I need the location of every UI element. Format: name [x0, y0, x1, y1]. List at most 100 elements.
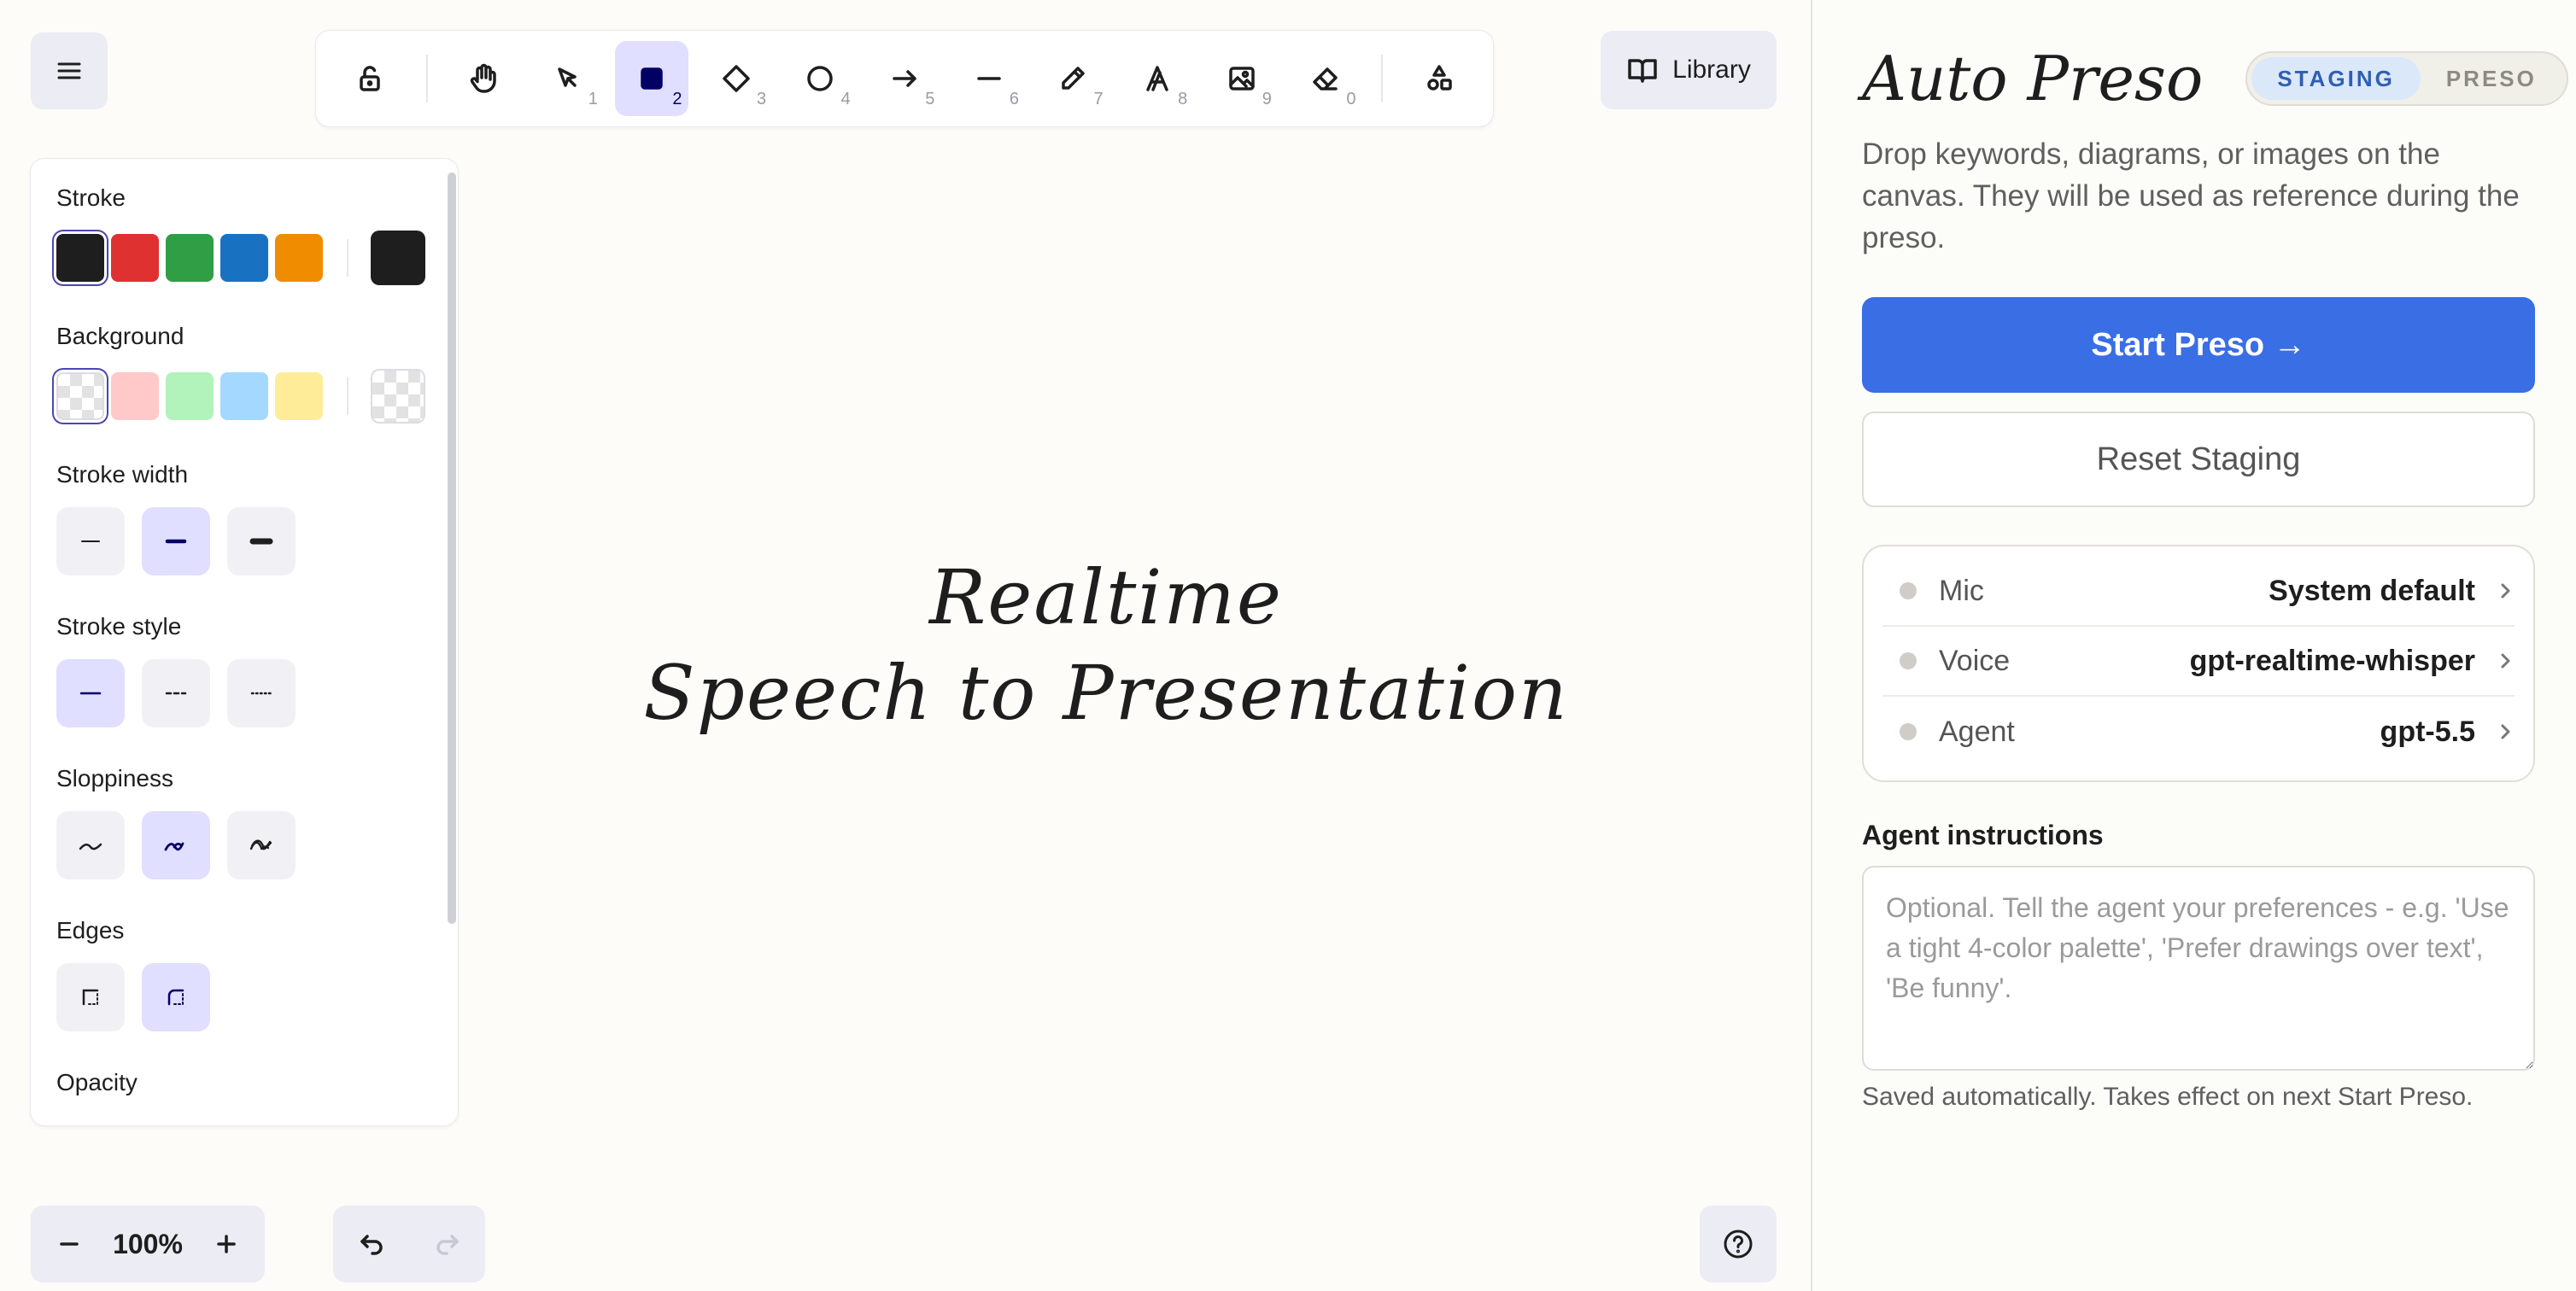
brand-header: Auto Preso STAGING PRESO	[1862, 43, 2568, 114]
text-icon	[1146, 66, 1168, 91]
agent-instructions-input[interactable]	[1862, 866, 2535, 1071]
setting-row-mic[interactable]: Mic System default	[1882, 557, 2515, 627]
stroke-style-dotted[interactable]	[227, 659, 296, 727]
stroke-width-extra-bold[interactable]	[227, 507, 296, 575]
tool-more-shapes[interactable]	[1402, 41, 1476, 116]
settings-card: Mic System default Voice gpt-realtime-wh…	[1862, 545, 2535, 782]
status-dot	[1900, 582, 1917, 599]
zoom-controls: 100%	[31, 1206, 265, 1282]
setting-value: System default	[2269, 574, 2475, 607]
mode-staging-tab[interactable]: STAGING	[2251, 57, 2421, 100]
background-color-blue[interactable]	[220, 372, 268, 420]
background-title: Background	[56, 323, 184, 349]
shapes-icon	[1427, 65, 1452, 91]
sloppiness-artist[interactable]	[142, 811, 210, 879]
stroke-color-black[interactable]	[56, 234, 104, 282]
thin-line-icon	[81, 540, 100, 542]
redo-button[interactable]	[409, 1206, 485, 1282]
canvas-text-element[interactable]: Speech to Presentation	[615, 649, 1597, 737]
background-color-pink[interactable]	[111, 372, 159, 420]
stroke-color-blue[interactable]	[220, 234, 268, 282]
mode-toggle: STAGING PRESO	[2245, 51, 2568, 106]
tool-image[interactable]: 9	[1204, 41, 1279, 116]
agent-instructions-title: Agent instructions	[1862, 820, 2104, 850]
background-color-green[interactable]	[166, 372, 214, 420]
tool-draw[interactable]: 7	[1036, 41, 1110, 116]
reset-staging-button[interactable]: Reset Staging	[1862, 412, 2535, 507]
sloppiness-architect[interactable]	[56, 811, 125, 879]
dashed-line-icon	[165, 692, 187, 695]
zoom-in-button[interactable]	[188, 1206, 265, 1282]
chevron-right-icon	[2496, 722, 2515, 741]
help-button[interactable]	[1700, 1206, 1777, 1282]
start-preso-button[interactable]: Start Preso →	[1862, 297, 2535, 393]
hand-icon	[470, 63, 496, 93]
panel-description: Drop keywords, diagrams, or images on th…	[1862, 137, 2520, 254]
tool-eraser[interactable]: 0	[1289, 41, 1363, 116]
undo-button[interactable]	[333, 1206, 409, 1282]
mode-preso-tab[interactable]: PRESO	[2421, 57, 2562, 100]
undo-redo-controls	[333, 1206, 485, 1282]
background-color-transparent[interactable]	[56, 372, 104, 420]
properties-scrollbar[interactable]	[448, 172, 456, 924]
opacity-title: Opacity	[56, 1069, 138, 1095]
dotted-line-icon	[250, 692, 272, 695]
tool-selection[interactable]: 1	[530, 41, 605, 116]
tool-hand[interactable]	[447, 41, 521, 116]
properties-panel: Stroke Background Stroke width Stroke st…	[31, 159, 458, 1125]
arrow-right-icon	[893, 70, 916, 87]
diamond-icon	[723, 65, 750, 92]
pointer-icon	[557, 67, 577, 87]
stroke-style-title: Stroke style	[56, 613, 182, 640]
circle-icon	[807, 66, 834, 91]
setting-row-agent[interactable]: Agent gpt-5.5	[1882, 697, 2515, 767]
setting-value: gpt-realtime-whisper	[2189, 644, 2475, 677]
edges-round[interactable]	[142, 963, 210, 1031]
stroke-style-dashed[interactable]	[142, 659, 210, 727]
setting-row-voice[interactable]: Voice gpt-realtime-whisper	[1882, 627, 2515, 697]
zoom-level[interactable]: 100%	[108, 1229, 188, 1260]
tool-lock[interactable]	[333, 41, 407, 116]
canvas-text-element[interactable]: Realtime	[615, 553, 1597, 641]
background-section: Background	[56, 323, 432, 424]
stroke-title: Stroke	[56, 184, 126, 211]
main-menu-button[interactable]	[31, 32, 108, 109]
setting-label: Voice	[1939, 644, 2011, 677]
bold-line-icon	[165, 539, 187, 544]
edges-sharp[interactable]	[56, 963, 125, 1031]
sloppiness-cartoonist[interactable]	[227, 811, 296, 879]
app-title: Auto Preso	[1862, 43, 2204, 114]
library-button[interactable]: Library	[1601, 31, 1777, 109]
saved-note: Saved automatically. Takes effect on nex…	[1862, 1083, 2474, 1111]
stroke-color-current[interactable]	[371, 231, 425, 285]
tool-shortcut: 4	[840, 90, 851, 108]
toolbar-divider	[425, 55, 428, 102]
round-corner-icon	[167, 989, 184, 1006]
tool-shortcut: 0	[1346, 90, 1356, 108]
tool-rectangle[interactable]: 2	[614, 41, 689, 116]
tool-shortcut: 2	[672, 90, 682, 108]
background-color-yellow[interactable]	[275, 372, 323, 420]
stroke-style-solid[interactable]	[56, 659, 125, 727]
status-dot	[1900, 723, 1917, 740]
drawing-canvas[interactable]: 1 2 3 4 5 6 7 8 9 0 Library Stroke Backg…	[0, 0, 1811, 1291]
tool-diamond[interactable]: 3	[699, 41, 773, 116]
swatch-divider	[347, 239, 348, 277]
zoom-out-button[interactable]	[31, 1206, 108, 1282]
shapes-toolbar: 1 2 3 4 5 6 7 8 9 0	[316, 31, 1493, 126]
stroke-width-title: Stroke width	[56, 461, 189, 488]
stroke-width-section: Stroke width	[56, 461, 432, 575]
stroke-width-thin[interactable]	[56, 507, 125, 575]
stroke-color-orange[interactable]	[275, 234, 323, 282]
stroke-color-green[interactable]	[166, 234, 214, 282]
tool-ellipse[interactable]: 4	[783, 41, 858, 116]
undo-icon	[360, 1235, 383, 1255]
stroke-color-red[interactable]	[111, 234, 159, 282]
tool-text[interactable]: 8	[1121, 41, 1195, 116]
tool-arrow[interactable]: 5	[868, 41, 942, 116]
background-color-current[interactable]	[371, 369, 425, 424]
lock-open-icon	[360, 66, 381, 91]
extra-bold-line-icon	[249, 538, 273, 545]
tool-line[interactable]: 6	[951, 41, 1026, 116]
stroke-width-bold[interactable]	[142, 507, 210, 575]
